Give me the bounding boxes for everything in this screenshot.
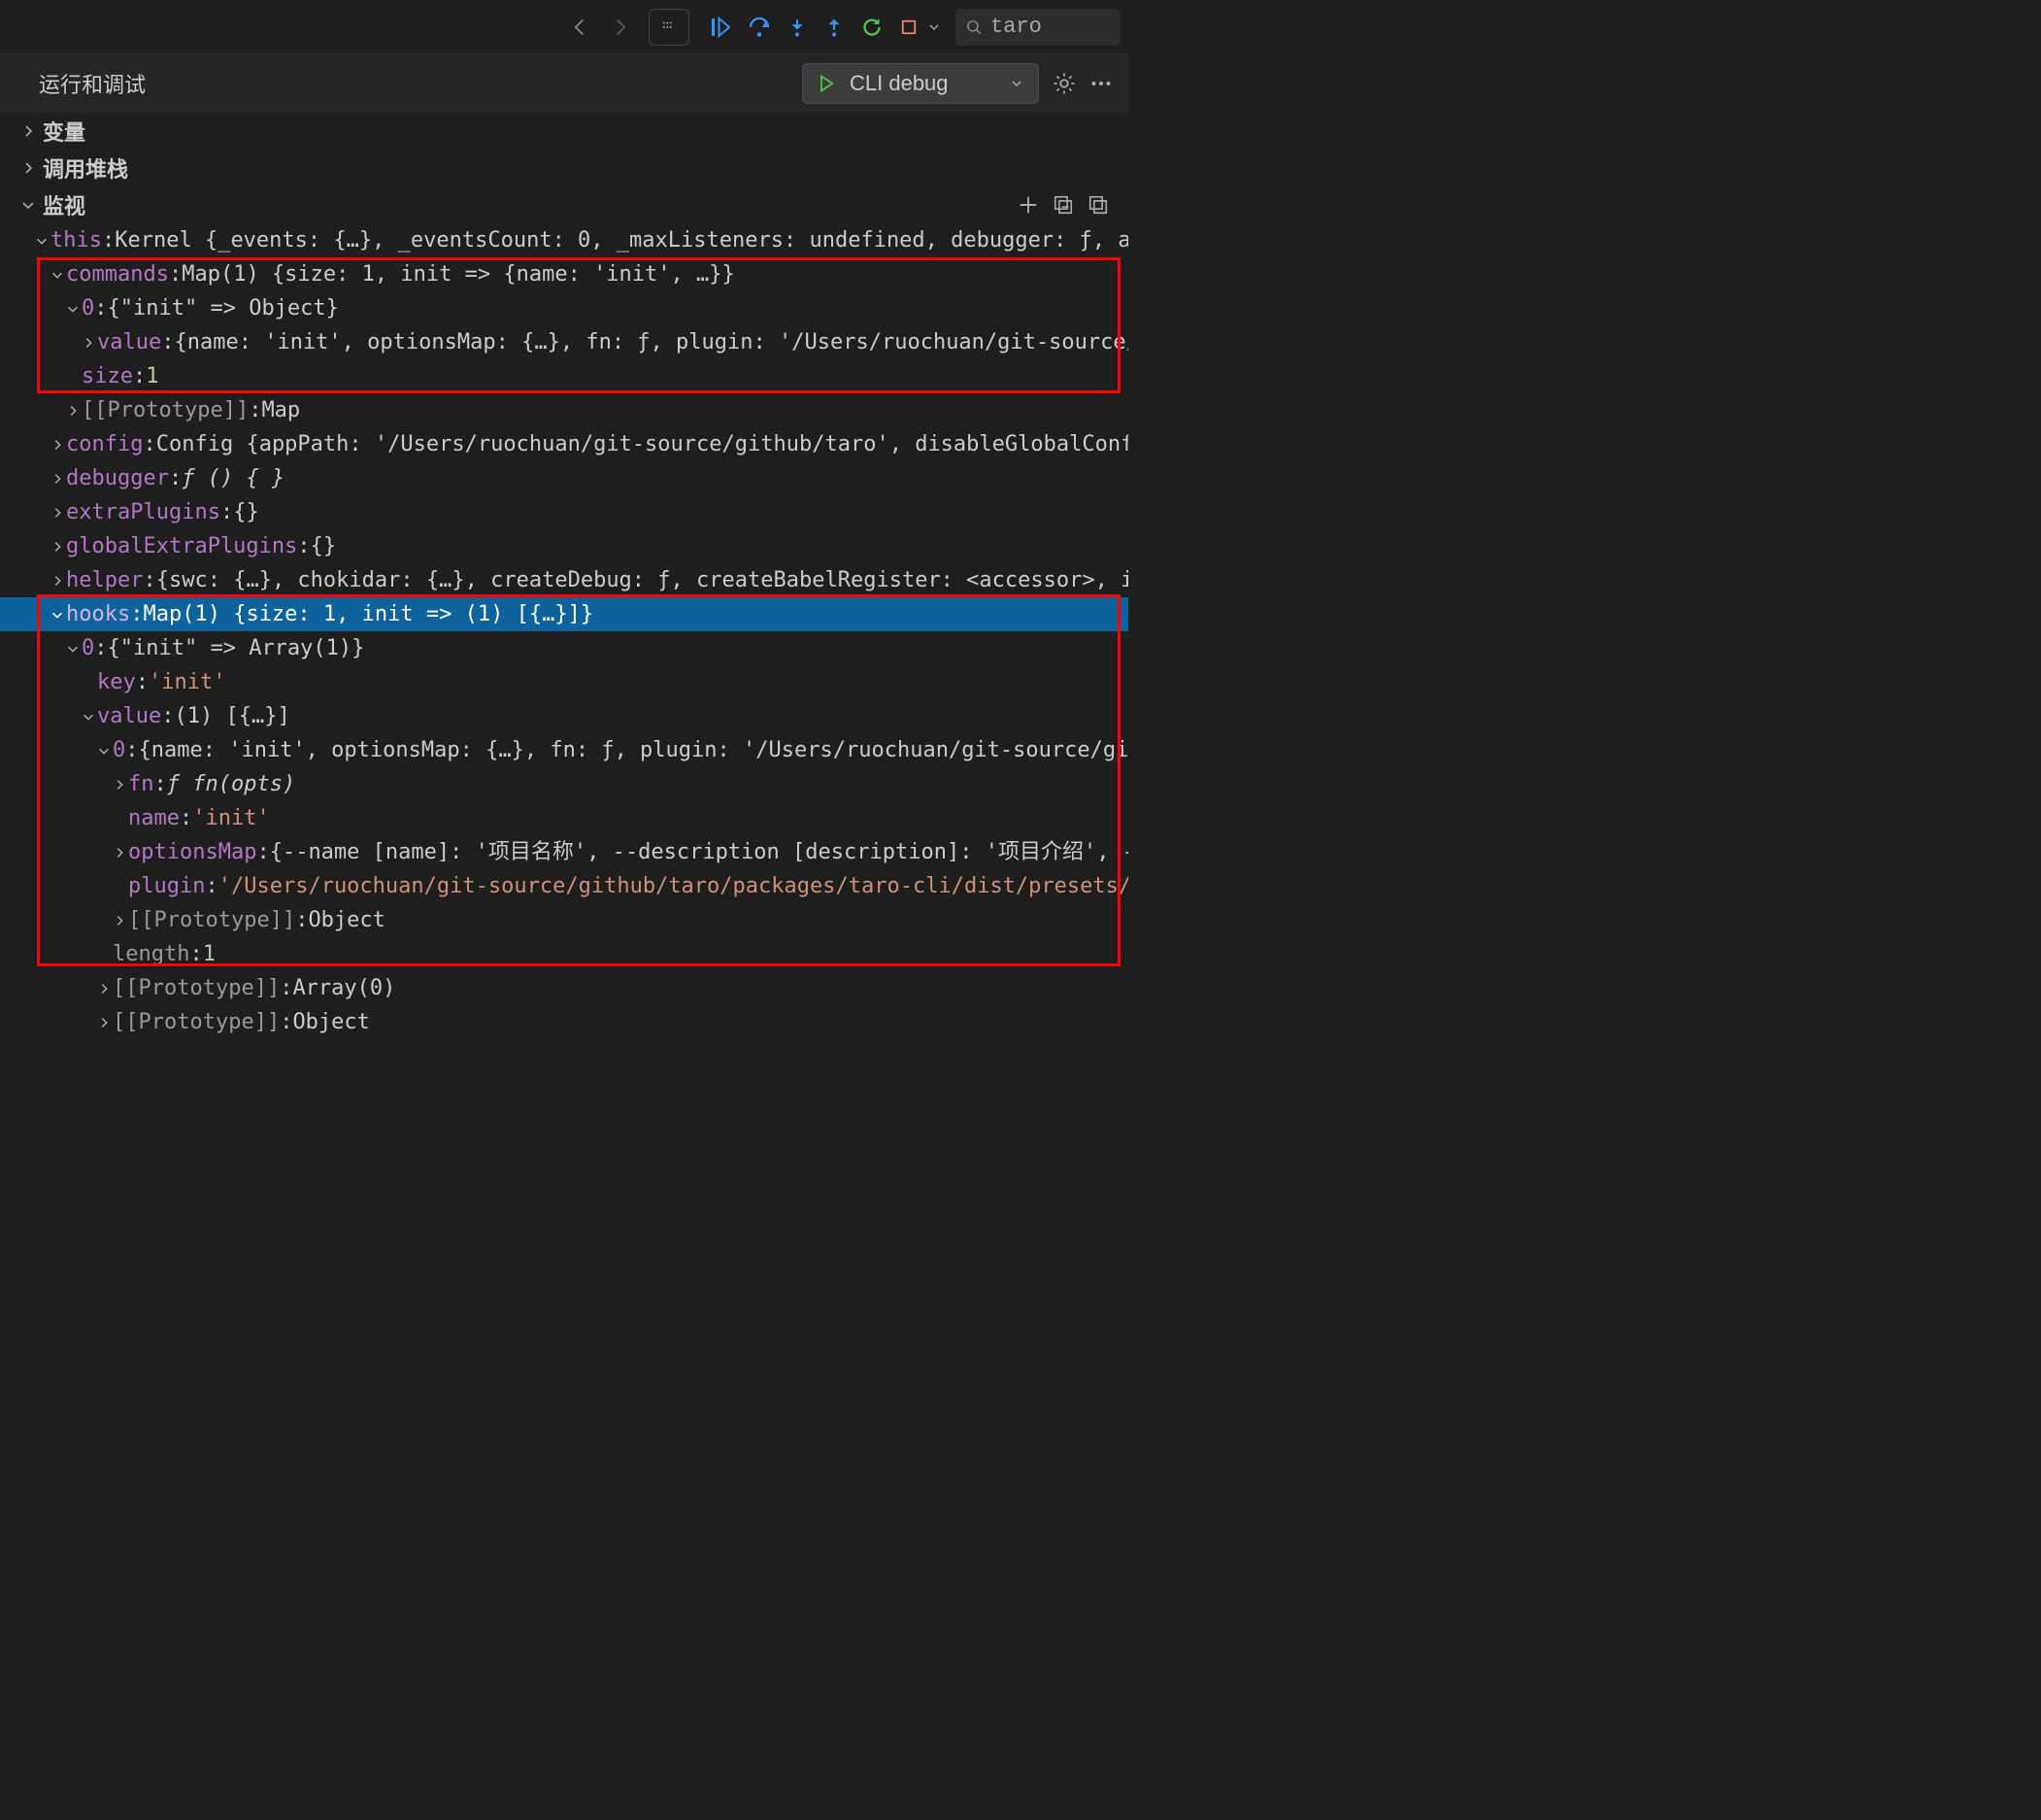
tree-row-hooks-0[interactable]: 0: {"init" => Array(1)} [0,631,1128,665]
chevron-down-icon [49,606,66,624]
tree-row-commands[interactable]: commands: Map(1) {size: 1, init => {name… [0,257,1128,291]
watch-tree: this: Kernel {_events: {…}, _eventsCount… [0,223,1128,1039]
debug-config-dropdown[interactable]: CLI debug [802,63,1039,104]
tree-row-config[interactable]: config: Config {appPath: '/Users/ruochua… [0,427,1128,461]
nav-back-button[interactable] [561,9,598,46]
tree-row-commands-proto[interactable]: [[Prototype]]: Map [0,393,1128,427]
tree-row-fn[interactable]: fn: ƒ fn(opts) [0,767,1128,801]
chevron-right-icon [19,159,37,177]
chevron-right-icon [49,538,66,556]
debug-continue-button[interactable] [709,16,732,39]
chevron-down-icon [33,232,50,250]
chevron-down-icon [19,196,37,214]
chevron-right-icon [49,436,66,454]
chevron-down-icon [80,708,97,725]
watch-section: 监视 this: Kernel {_events: {…}, _eventsCo… [0,186,1128,1039]
nav-forward-button[interactable] [602,9,639,46]
callstack-section: 调用堆栈 [0,150,1128,186]
chevron-down-icon [64,640,82,657]
tree-row-optionsmap[interactable]: optionsMap: {--name [name]: '项目名称', --de… [0,835,1128,869]
command-center[interactable] [649,9,689,46]
chevron-right-icon [111,912,128,929]
chevron-down-icon [64,300,82,318]
search-icon [965,18,983,36]
search-box[interactable]: taro [955,9,1121,46]
chevron-right-icon [111,776,128,793]
top-toolbar: taro [0,0,1128,54]
play-icon [817,74,836,93]
debug-stop-button[interactable] [899,17,919,37]
tree-row-name[interactable]: name: 'init' [0,801,1128,835]
tree-row-commands-0-value[interactable]: value: {name: 'init', optionsMap: {…}, f… [0,325,1128,359]
tree-row-hooks[interactable]: hooks: Map(1) {size: 1, init => (1) [{…}… [0,597,1128,631]
chevron-down-icon [95,742,113,759]
watch-header[interactable]: 监视 [0,186,1128,223]
tree-row-globalextraplugins[interactable]: globalExtraPlugins: {} [0,529,1128,563]
variables-header[interactable]: 变量 [0,113,1128,150]
expand-all-icon[interactable] [1087,194,1109,216]
tree-row-commands-size[interactable]: size: 1 [0,359,1128,393]
tree-row-proto-object-2[interactable]: [[Prototype]]: Object [0,1005,1128,1039]
tree-row-this[interactable]: this: Kernel {_events: {…}, _eventsCount… [0,223,1128,257]
debug-more-button[interactable] [926,19,942,35]
run-debug-header: 运行和调试 CLI debug [0,54,1128,113]
panel-title: 运行和调试 [39,68,146,99]
search-text: taro [990,15,1042,39]
collapse-all-icon[interactable] [1053,194,1074,216]
chevron-right-icon [111,844,128,861]
chevron-right-icon [49,470,66,488]
debug-restart-button[interactable] [860,16,884,39]
debug-step-over-button[interactable] [748,16,771,39]
chevron-right-icon [80,334,97,352]
more-icon[interactable] [1089,72,1113,95]
tree-row-extraplugins[interactable]: extraPlugins: {} [0,495,1128,529]
chevron-right-icon [49,504,66,522]
chevron-down-icon [49,266,66,284]
tree-row-proto-object[interactable]: [[Prototype]]: Object [0,903,1128,937]
tree-row-hooks-0-value[interactable]: value: (1) [{…}] [0,699,1128,733]
tree-row-helper[interactable]: helper: {swc: {…}, chokidar: {…}, create… [0,563,1128,597]
tree-row-hooks-0-key[interactable]: key: 'init' [0,665,1128,699]
gear-icon[interactable] [1053,72,1076,95]
debug-toolbar [699,16,952,39]
chevron-right-icon [64,402,82,420]
debug-step-out-button[interactable] [823,17,845,38]
chevron-right-icon [49,572,66,590]
tree-row-plugin[interactable]: plugin: '/Users/ruochuan/git-source/gith… [0,869,1128,903]
add-icon[interactable] [1018,194,1039,216]
variables-section: 变量 [0,113,1128,150]
tree-row-commands-0[interactable]: 0: {"init" => Object} [0,291,1128,325]
callstack-header[interactable]: 调用堆栈 [0,150,1128,186]
tree-row-debugger[interactable]: debugger: ƒ () { } [0,461,1128,495]
chevron-right-icon [95,1014,113,1031]
tree-row-length[interactable]: length: 1 [0,937,1128,971]
chevron-right-icon [95,980,113,997]
chevron-right-icon [19,122,37,140]
tree-row-hooks-0-value-0[interactable]: 0: {name: 'init', optionsMap: {…}, fn: ƒ… [0,733,1128,767]
chevron-down-icon [1009,76,1024,91]
config-label: CLI debug [850,71,995,96]
debug-step-into-button[interactable] [786,17,808,38]
tree-row-proto-array[interactable]: [[Prototype]]: Array(0) [0,971,1128,1005]
